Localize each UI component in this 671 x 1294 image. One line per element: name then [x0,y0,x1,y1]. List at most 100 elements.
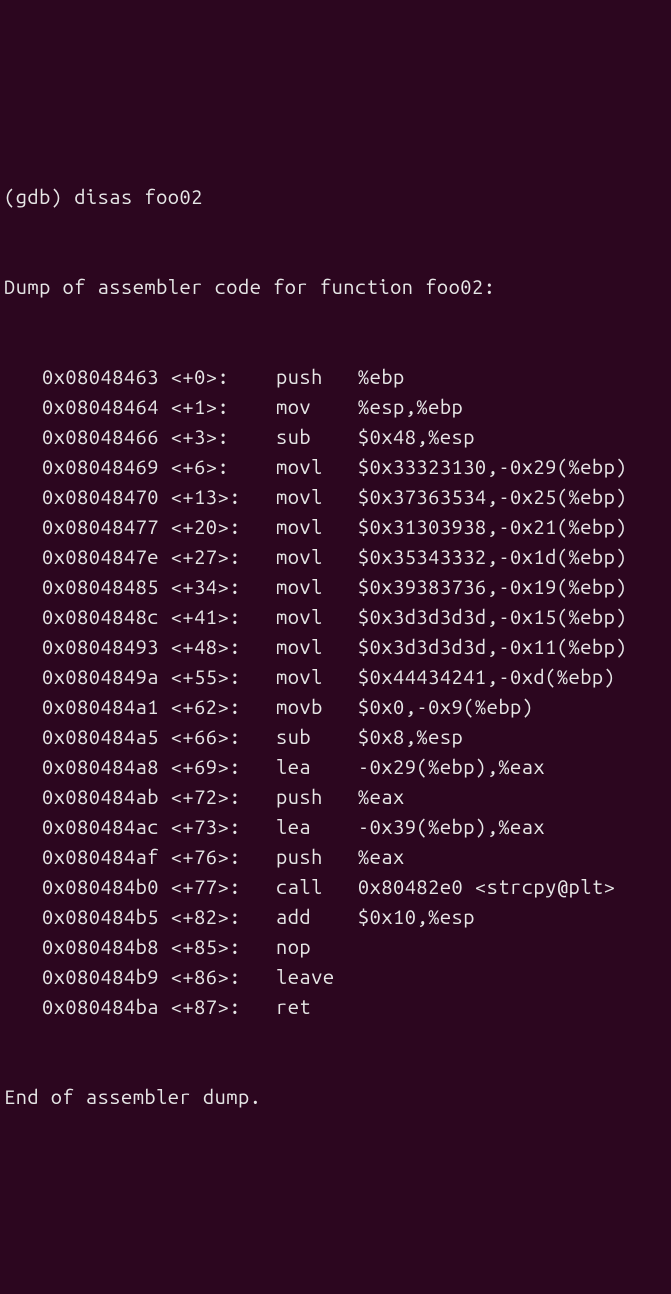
instruction-operands: $0x0,-0x9(%ebp) [358,695,534,718]
disassembly-row: 0x080484ab <+72>: push %eax [4,782,667,812]
instruction-operands: %eax [358,845,405,868]
disassembly-row: 0x08048463 <+0>: push %ebp [4,362,667,392]
disassembly-row: 0x0804849a <+55>: movl $0x44434241,-0xd(… [4,662,667,692]
disassembly-row: 0x080484b5 <+82>: add $0x10,%esp [4,902,667,932]
instruction-operands: $0x33323130,-0x29(%ebp) [358,455,627,478]
instruction-mnemonic: mov [276,395,358,418]
instruction-operands: -0x29(%ebp),%eax [358,755,545,778]
disassembly-row: 0x080484a1 <+62>: movb $0x0,-0x9(%ebp) [4,692,667,722]
instruction-address: 0x08048485 [42,575,159,598]
instruction-operands: $0x44434241,-0xd(%ebp) [358,665,615,688]
instruction-address: 0x08048493 [42,635,159,658]
instruction-mnemonic: movl [276,605,358,628]
disassembly-row: 0x08048470 <+13>: movl $0x37363534,-0x25… [4,482,667,512]
instruction-mnemonic: movl [276,545,358,568]
instruction-operands: $0x8,%esp [358,725,463,748]
instruction-address: 0x080484ac [42,815,159,838]
instruction-address: 0x08048470 [42,485,159,508]
instruction-operands: 0x80482e0 <strcpy@plt> [358,875,615,898]
instruction-offset: <+76>: [171,845,276,868]
dump-footer: End of assembler dump. [4,1082,667,1112]
instruction-address: 0x080484ba [42,995,159,1018]
instruction-mnemonic: movl [276,665,358,688]
instruction-address: 0x08048469 [42,455,159,478]
instruction-address: 0x08048463 [42,365,159,388]
instruction-offset: <+3>: [171,425,276,448]
instruction-mnemonic: lea [276,755,358,778]
disassembly-row: 0x08048477 <+20>: movl $0x31303938,-0x21… [4,512,667,542]
disassembly-row: 0x08048485 <+34>: movl $0x39383736,-0x19… [4,572,667,602]
instruction-address: 0x08048464 [42,395,159,418]
instruction-mnemonic: call [276,875,358,898]
instruction-operands: $0x48,%esp [358,425,475,448]
instruction-address: 0x0804848c [42,605,159,628]
gdb-terminal[interactable]: (gdb) disas foo02 Dump of assembler code… [4,122,667,1142]
gdb-prompt: (gdb) [4,185,74,208]
instruction-offset: <+73>: [171,815,276,838]
instruction-operands: $0x10,%esp [358,905,475,928]
instruction-mnemonic: movl [276,635,358,658]
instruction-operands: %eax [358,785,405,808]
instruction-operands: %ebp [358,365,405,388]
instruction-offset: <+87>: [171,995,276,1018]
disassembly-row: 0x080484ba <+87>: ret [4,992,667,1022]
instruction-address: 0x080484a1 [42,695,159,718]
instruction-offset: <+66>: [171,725,276,748]
instruction-mnemonic: movl [276,485,358,508]
instruction-mnemonic: push [276,785,358,808]
instruction-mnemonic: leave [276,965,335,988]
instruction-offset: <+1>: [171,395,276,418]
instruction-address: 0x080484a8 [42,755,159,778]
instruction-offset: <+55>: [171,665,276,688]
instruction-operands: $0x3d3d3d3d,-0x11(%ebp) [358,635,627,658]
instruction-mnemonic: movl [276,515,358,538]
instruction-address: 0x080484b8 [42,935,159,958]
instruction-mnemonic: sub [276,725,358,748]
instruction-address: 0x080484af [42,845,159,868]
instruction-offset: <+0>: [171,365,276,388]
instruction-offset: <+27>: [171,545,276,568]
instruction-offset: <+82>: [171,905,276,928]
instruction-offset: <+34>: [171,575,276,598]
instruction-address: 0x080484a5 [42,725,159,748]
instruction-offset: <+85>: [171,935,276,958]
command-line[interactable]: (gdb) disas foo02 [4,182,667,212]
instruction-operands: $0x3d3d3d3d,-0x15(%ebp) [358,605,627,628]
instruction-address: 0x0804849a [42,665,159,688]
disassembly-row: 0x080484a5 <+66>: sub $0x8,%esp [4,722,667,752]
disassembly-row: 0x0804847e <+27>: movl $0x35343332,-0x1d… [4,542,667,572]
instruction-address: 0x080484ab [42,785,159,808]
instruction-offset: <+86>: [171,965,276,988]
instruction-address: 0x0804847e [42,545,159,568]
instruction-address: 0x080484b0 [42,875,159,898]
instruction-mnemonic: movl [276,575,358,598]
instruction-operands: $0x35343332,-0x1d(%ebp) [358,545,627,568]
instruction-mnemonic: add [276,905,358,928]
instruction-mnemonic: push [276,365,358,388]
disassembly-rows: 0x08048463 <+0>: push %ebp0x08048464 <+1… [4,362,667,1022]
disassembly-row: 0x080484a8 <+69>: lea -0x29(%ebp),%eax [4,752,667,782]
instruction-offset: <+13>: [171,485,276,508]
disassembly-row: 0x080484b9 <+86>: leave [4,962,667,992]
disassembly-row: 0x080484ac <+73>: lea -0x39(%ebp),%eax [4,812,667,842]
disassembly-row: 0x08048493 <+48>: movl $0x3d3d3d3d,-0x11… [4,632,667,662]
instruction-mnemonic: push [276,845,358,868]
instruction-mnemonic: movb [276,695,358,718]
instruction-offset: <+77>: [171,875,276,898]
disassembly-row: 0x08048469 <+6>: movl $0x33323130,-0x29(… [4,452,667,482]
instruction-offset: <+41>: [171,605,276,628]
instruction-operands: $0x37363534,-0x25(%ebp) [358,485,627,508]
instruction-address: 0x08048466 [42,425,159,448]
instruction-offset: <+69>: [171,755,276,778]
instruction-offset: <+62>: [171,695,276,718]
disassembly-row: 0x08048464 <+1>: mov %esp,%ebp [4,392,667,422]
disassembly-row: 0x080484b0 <+77>: call 0x80482e0 <strcpy… [4,872,667,902]
instruction-offset: <+20>: [171,515,276,538]
instruction-mnemonic: lea [276,815,358,838]
disassembly-row: 0x080484b8 <+85>: nop [4,932,667,962]
instruction-offset: <+72>: [171,785,276,808]
instruction-operands: %esp,%ebp [358,395,463,418]
disassembly-row: 0x0804848c <+41>: movl $0x3d3d3d3d,-0x15… [4,602,667,632]
gdb-command: disas foo02 [74,185,203,208]
instruction-mnemonic: movl [276,455,358,478]
